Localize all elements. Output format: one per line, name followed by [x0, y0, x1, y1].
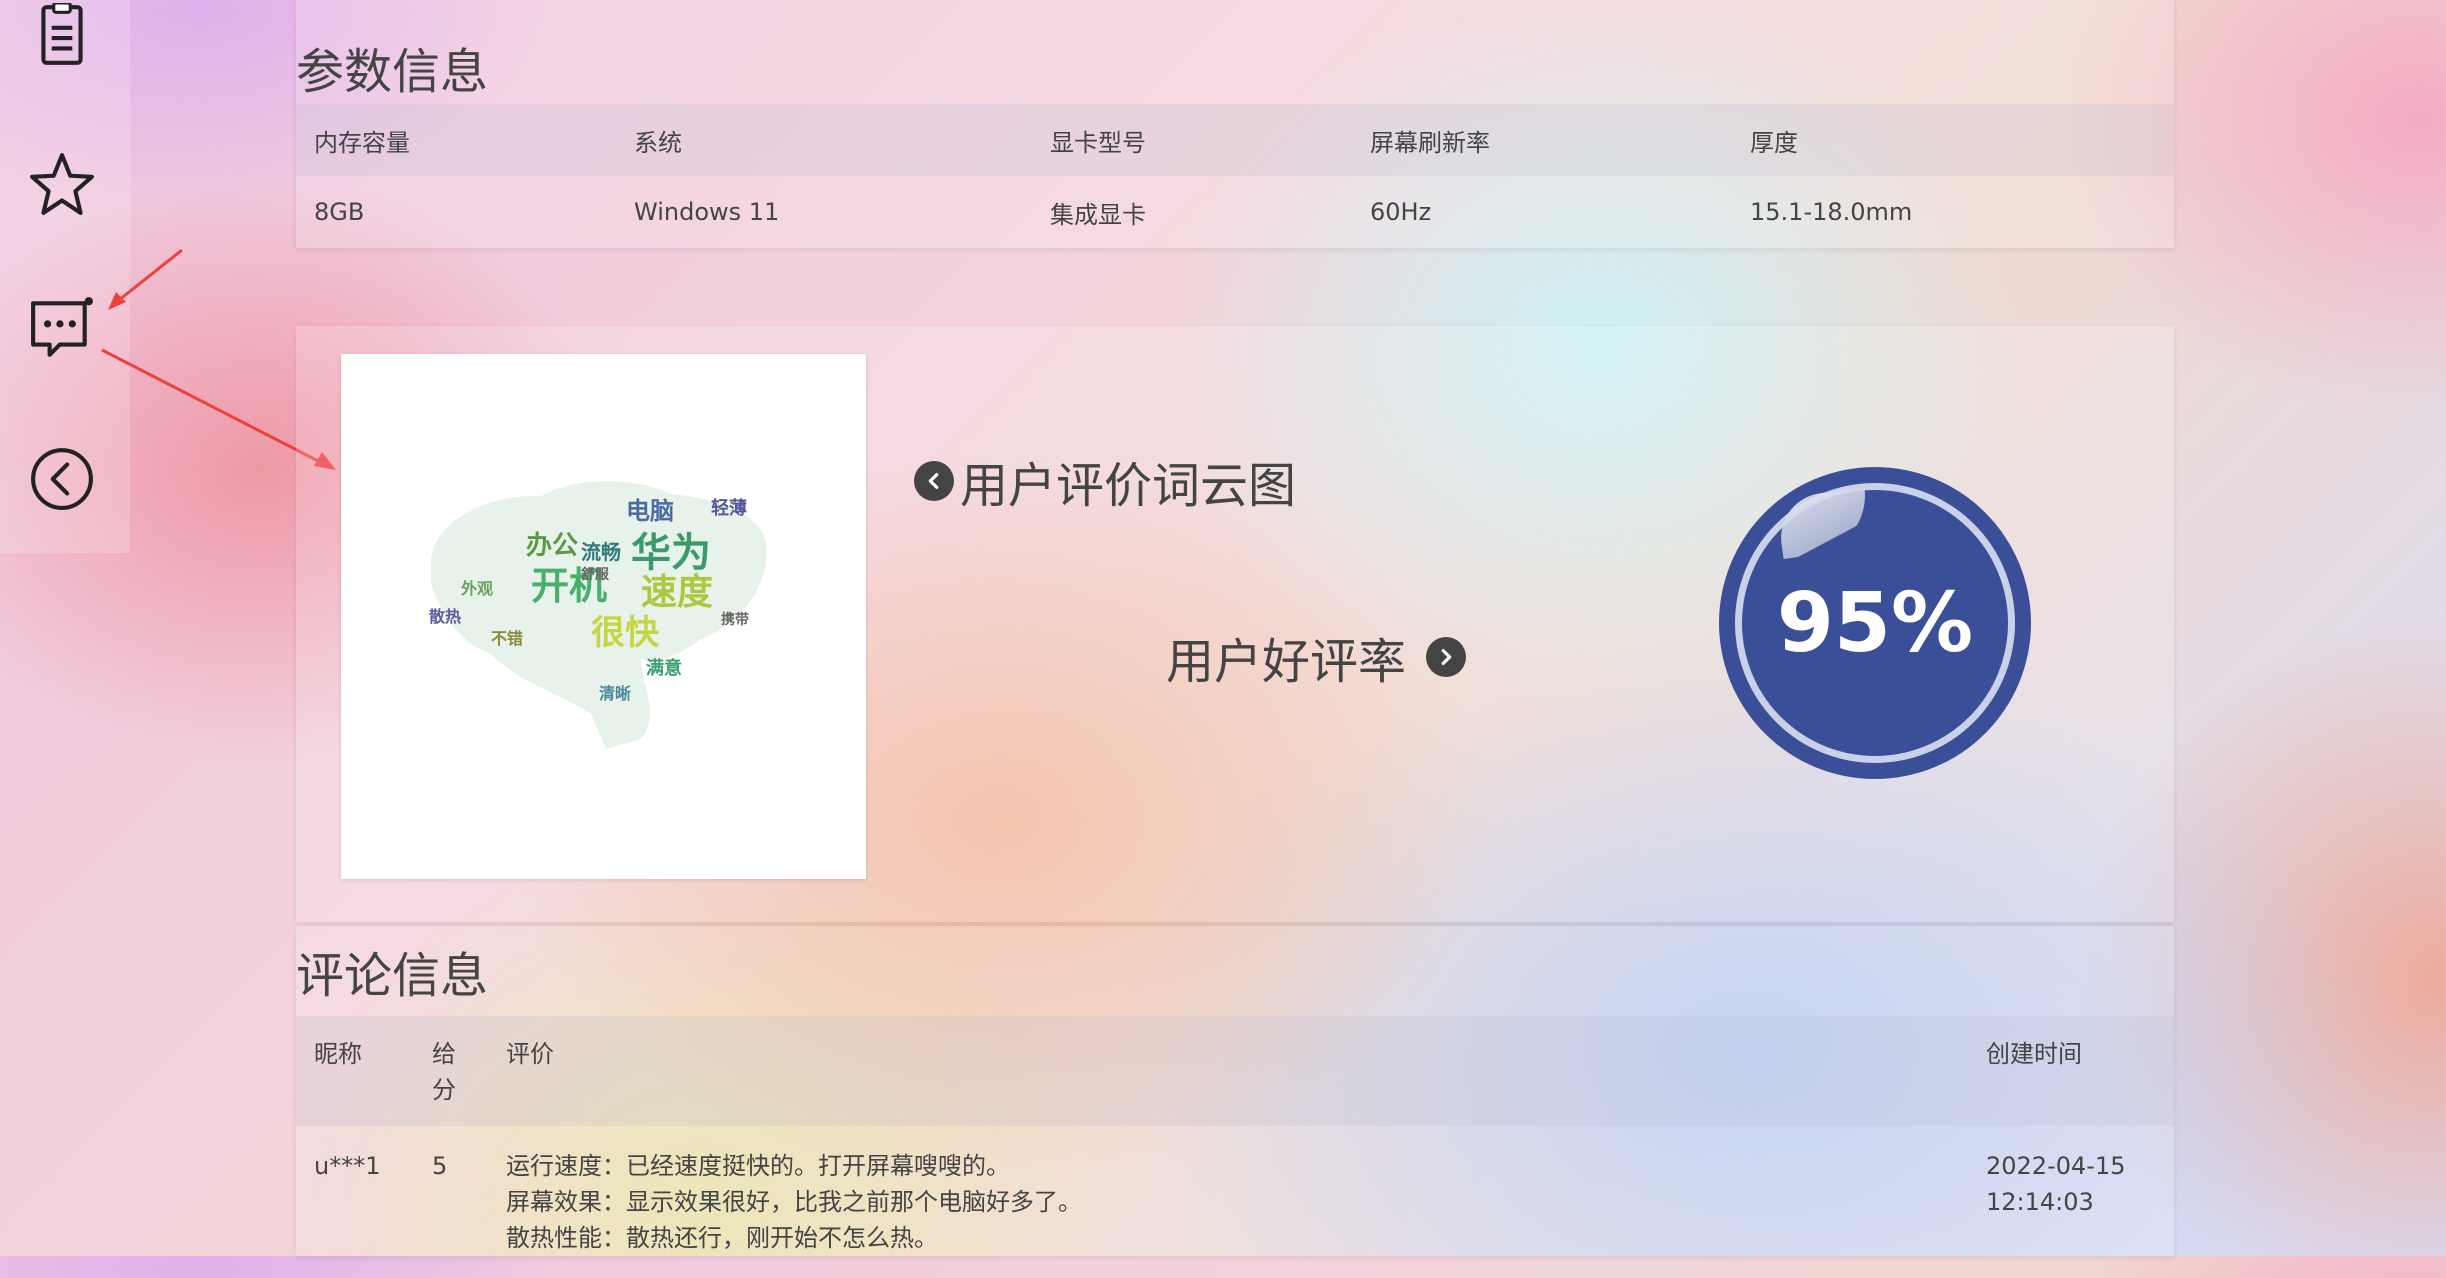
comments-table-wrap: 昵称 给 分 评价 创建时间 u***1 5 运行速度：已经速度挺快的。打开屏幕…: [296, 1016, 2174, 1278]
params-table: 内存容量 系统 显卡型号 屏幕刷新率 厚度 8GB Windows 11 集成显…: [296, 104, 2174, 248]
cell-created: 2022-04-15 12:14:03: [1968, 1126, 2174, 1278]
wordcloud-word: 不错: [491, 629, 523, 648]
comments-nav-button[interactable]: [26, 292, 98, 364]
cell-system: Windows 11: [634, 198, 780, 226]
wordcloud-word: 散热: [429, 607, 461, 626]
header-thickness: 厚度: [1750, 128, 1798, 157]
header-score-line: 给: [432, 1040, 456, 1068]
wordcloud-word: 办公: [526, 531, 578, 561]
stats-panel: 华为 开机 速度 很快 电脑 办公 流畅 散热 轻薄 外观 舒服 携带 清晰 满…: [296, 326, 2174, 922]
wordcloud-image: 华为 开机 速度 很快 电脑 办公 流畅 散热 轻薄 外观 舒服 携带 清晰 满…: [341, 354, 866, 879]
created-date: 2022-04-15: [1986, 1152, 2126, 1180]
header-score-line: 分: [432, 1076, 456, 1104]
review-line: 散热性能：散热还行，刚开始不怎么热。: [506, 1224, 938, 1252]
wordcloud-word: 速度: [641, 572, 713, 613]
cell-thickness: 15.1-18.0mm: [1750, 198, 1913, 226]
favorites-nav-button[interactable]: [26, 148, 98, 220]
wordcloud-prev-button[interactable]: [914, 461, 954, 501]
review-line: 运行速度：已经速度挺快的。打开屏幕嗖嗖的。: [506, 1152, 1010, 1180]
wordcloud-word: 外观: [460, 579, 493, 598]
cell-review: 运行速度：已经速度挺快的。打开屏幕嗖嗖的。 屏幕效果：显示效果很好，比我之前那个…: [488, 1126, 1968, 1278]
wordcloud-word: 携带: [721, 611, 749, 628]
cell-memory: 8GB: [314, 198, 365, 226]
review-line: 屏幕效果：显示效果很好，比我之前那个电脑好多了。: [506, 1188, 1082, 1216]
cell-score: 5: [432, 1152, 448, 1180]
rate-value: 95%: [1776, 575, 1974, 671]
header-nickname: 昵称: [314, 1040, 362, 1068]
wordcloud-word: 轻薄: [711, 497, 747, 519]
rate-label-group: 用户好评率: [1166, 622, 1467, 692]
created-time: 12:14:03: [1986, 1188, 2094, 1216]
wordcloud-word: 流畅: [581, 540, 621, 564]
wordcloud-word: 电脑: [626, 497, 674, 525]
cell-gpu: 集成显卡: [1050, 200, 1146, 229]
clipboard-icon: [41, 3, 83, 65]
back-arrow-circle-icon: [31, 448, 93, 510]
wordcloud-word: 很快: [591, 613, 660, 653]
comment-icon: [31, 297, 93, 357]
params-table-wrap: 内存容量 系统 显卡型号 屏幕刷新率 厚度 8GB Windows 11 集成显…: [296, 104, 2174, 248]
header-review: 评价: [506, 1040, 554, 1068]
clipboard-nav-button[interactable]: [26, 0, 98, 72]
table-row: u***1 5 运行速度：已经速度挺快的。打开屏幕嗖嗖的。 屏幕效果：显示效果很…: [296, 1126, 2174, 1278]
wordcloud-label: 用户评价词云图: [960, 458, 1297, 514]
cell-nickname: u***1: [314, 1152, 381, 1180]
header-memory: 内存容量: [314, 128, 410, 157]
rate-label: 用户好评率: [1166, 634, 1407, 690]
wordcloud-word: 满意: [646, 657, 682, 679]
header-gpu: 显卡型号: [1050, 128, 1146, 157]
params-header-row: 内存容量 系统 显卡型号 屏幕刷新率 厚度: [296, 104, 2174, 176]
table-row: 8GB Windows 11 集成显卡 60Hz 15.1-18.0mm: [296, 176, 2174, 248]
wordcloud-label-group: 用户评价词云图: [914, 446, 1296, 516]
cell-refresh-rate: 60Hz: [1370, 198, 1432, 226]
header-system: 系统: [634, 128, 682, 157]
header-score: 给 分: [414, 1016, 488, 1126]
star-icon: [30, 153, 94, 215]
header-created: 创建时间: [1986, 1040, 2082, 1068]
comments-title: 评论信息: [296, 948, 489, 1004]
wordcloud-word: 舒服: [581, 566, 610, 583]
rate-next-button[interactable]: [1426, 637, 1467, 677]
back-nav-button[interactable]: [26, 443, 98, 515]
comments-table: 昵称 给 分 评价 创建时间 u***1 5 运行速度：已经速度挺快的。打开屏幕…: [296, 1016, 2174, 1278]
wordcloud-graphic: 华为 开机 速度 很快 电脑 办公 流畅 散热 轻薄 外观 舒服 携带 清晰 满…: [429, 481, 767, 749]
params-title: 参数信息: [296, 44, 489, 100]
chevron-right-icon: [1441, 648, 1452, 666]
positive-rate-badge: 95%: [1719, 467, 2031, 779]
wordcloud-word: 清晰: [599, 684, 631, 703]
header-refresh-rate: 屏幕刷新率: [1370, 128, 1490, 157]
wordcloud-word: 华为: [631, 530, 711, 576]
side-navigation: [0, 0, 130, 553]
comments-header-row: 昵称 给 分 评价 创建时间: [296, 1016, 2174, 1126]
chevron-left-icon: [928, 472, 939, 490]
